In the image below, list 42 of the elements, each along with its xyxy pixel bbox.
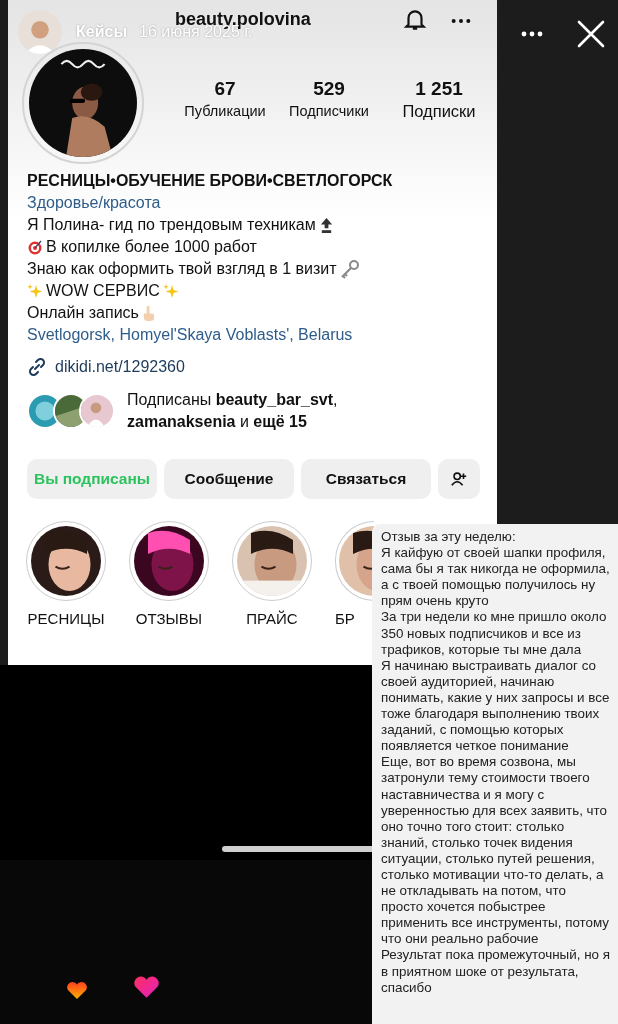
heart-icon: [133, 974, 160, 999]
review-text: Отзыв за эту неделю:: [381, 529, 517, 546]
stat-label: Подписки: [402, 101, 476, 121]
highlight-label[interactable]: БР: [335, 610, 355, 627]
followed-by-text: Подписаны beauty_bar_svt, zamanaksenia и ещё 15: [127, 390, 339, 432]
review-text: Еще, вот во время созвона, мы затронули тему стоимости твоего наставничества и я могу с уверенностью для всех заявить, что оно точно того стоит: столько знаний, столько точек видения ситуации, столько путей решения, столько мотивации что-то делать, а не откладывать на потом, что просто хочется побыстрее применить все инструменты, потому что они реально рабочие: [381, 754, 610, 948]
link-icon: [27, 357, 47, 377]
add-person-icon: [450, 470, 468, 488]
stat-count: 1 251: [415, 77, 463, 101]
target-icon: [27, 239, 43, 255]
review-text: За три недели ко мне пришло около 350 новых подписчиков и все из трафиков, которые ты мне дала: [381, 609, 608, 658]
bio-text: В копилке более 1000 работ: [46, 237, 257, 257]
review-text: Я начинаю выстраивать диалог со своей аудиторией, начинаю понимать, какие у них запросы и все тоже благодаря выполнению твоих заданий, с помощью которых появляется четкое понимание: [381, 657, 610, 755]
heart-icon: [66, 980, 88, 1000]
bio-text: WOW СЕРВИС: [46, 281, 160, 301]
up-arrow-icon: [318, 216, 334, 234]
stat-label: Публикации: [184, 102, 266, 121]
profile-button[interactable]: Связаться: [301, 459, 431, 499]
website-link[interactable]: dikidi.net/1292360: [55, 358, 185, 376]
review-text: Я кайфую от своей шапки профиля, сама бы я так никогда не оформила, а с твоей помощью получилось ну прям очень круто: [381, 545, 610, 610]
stat-label: Подписчики: [289, 102, 369, 121]
highlight-label[interactable]: ОТЗЫВЫ: [135, 610, 203, 627]
highlight-label[interactable]: ПРАЙС: [246, 610, 298, 627]
profile-button[interactable]: Сообщение: [164, 459, 294, 499]
key-icon: [339, 259, 360, 279]
location-link[interactable]: Svetlogorsk, Homyel'Skaya Voblasts', Belarus: [27, 324, 497, 346]
profile-category: Здоровье/красота: [27, 193, 162, 213]
bio-text: Я Полина- гид по трендовым техникам: [27, 215, 316, 235]
stat-count: 67: [214, 77, 236, 101]
bio-text: Знаю как оформить твой взгляд в 1 визит: [27, 259, 337, 279]
profile-name: РЕСНИЦЫ•ОБУЧЕНИЕ БРОВИ•СВЕТЛОГОРСК: [27, 171, 394, 191]
more-icon[interactable]: [520, 30, 544, 38]
hand-icon: [141, 304, 155, 322]
bio-text: Онлайн запись: [27, 303, 139, 323]
sparkles-icon: [162, 283, 179, 299]
add-person-button[interactable]: [438, 459, 480, 499]
close-icon[interactable]: [577, 20, 605, 48]
more-icon[interactable]: [450, 17, 472, 25]
stat-count: 529: [313, 77, 345, 101]
sparkles-icon: [27, 283, 43, 299]
review-text: Результат пока промежуточный, но я в приятном шоке от результата, спасибо: [381, 947, 610, 996]
highlight-label[interactable]: РЕСНИЦЫ: [27, 610, 105, 627]
